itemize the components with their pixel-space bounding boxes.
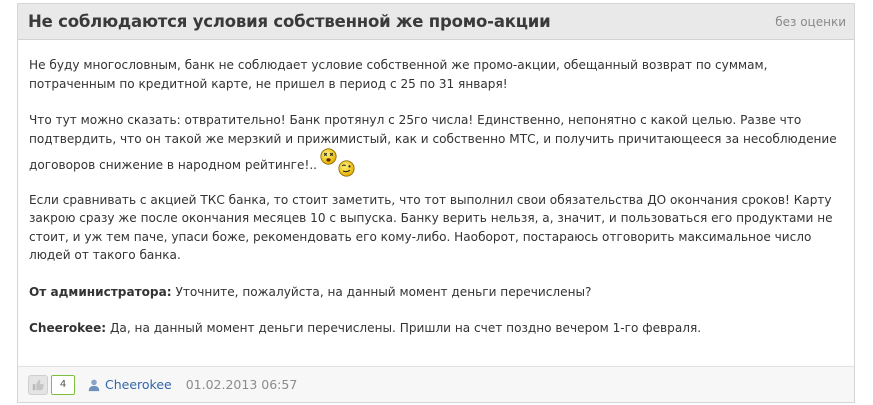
admin-reply-text: Уточните, пожалуйста, на данный момент д… xyxy=(175,284,592,299)
review-paragraph-3: Если сравнивать с акцией ТКС банка, то с… xyxy=(29,192,833,263)
author-reply: Cheerokee: Да, на данный момент деньги п… xyxy=(29,319,844,338)
smiley-group xyxy=(320,148,355,177)
dizzy-face-icon xyxy=(320,148,337,165)
review-card: Не соблюдаются условия собственной же пр… xyxy=(17,3,855,403)
like-count: 4 xyxy=(51,374,75,395)
review-paragraph-2: Что тут можно сказать: отвратительно! Ба… xyxy=(29,111,844,177)
rating-label: без оценки xyxy=(775,14,846,29)
author-info: Cheerokee xyxy=(87,377,172,392)
review-body: Не буду многословным, банк не соблюдает … xyxy=(18,40,854,338)
winking-face-icon xyxy=(338,159,355,177)
author-reply-text: Да, на данный момент деньги перечислены.… xyxy=(109,321,702,335)
user-icon xyxy=(88,379,100,391)
review-paragraph-2-text: Что тут можно сказать: отвратительно! Ба… xyxy=(29,113,837,172)
review-header: Не соблюдаются условия собственной же пр… xyxy=(18,4,854,40)
admin-reply-label: От администратора: xyxy=(29,284,172,299)
review-paragraph-1: Не буду многословным, банк не соблюдает … xyxy=(29,58,768,91)
like-button[interactable] xyxy=(28,374,48,395)
author-link[interactable]: Cheerokee xyxy=(105,377,172,392)
review-date: 01.02.2013 06:57 xyxy=(185,377,298,392)
author-reply-label: Cheerokee: xyxy=(29,321,107,335)
thumbs-up-icon xyxy=(32,379,44,390)
admin-reply: От администратора: Уточните, пожалуйста,… xyxy=(29,283,844,302)
review-title: Не соблюдаются условия собственной же пр… xyxy=(28,12,551,31)
review-footer: 4 Cheerokee 01.02.2013 06:57 xyxy=(18,366,854,402)
